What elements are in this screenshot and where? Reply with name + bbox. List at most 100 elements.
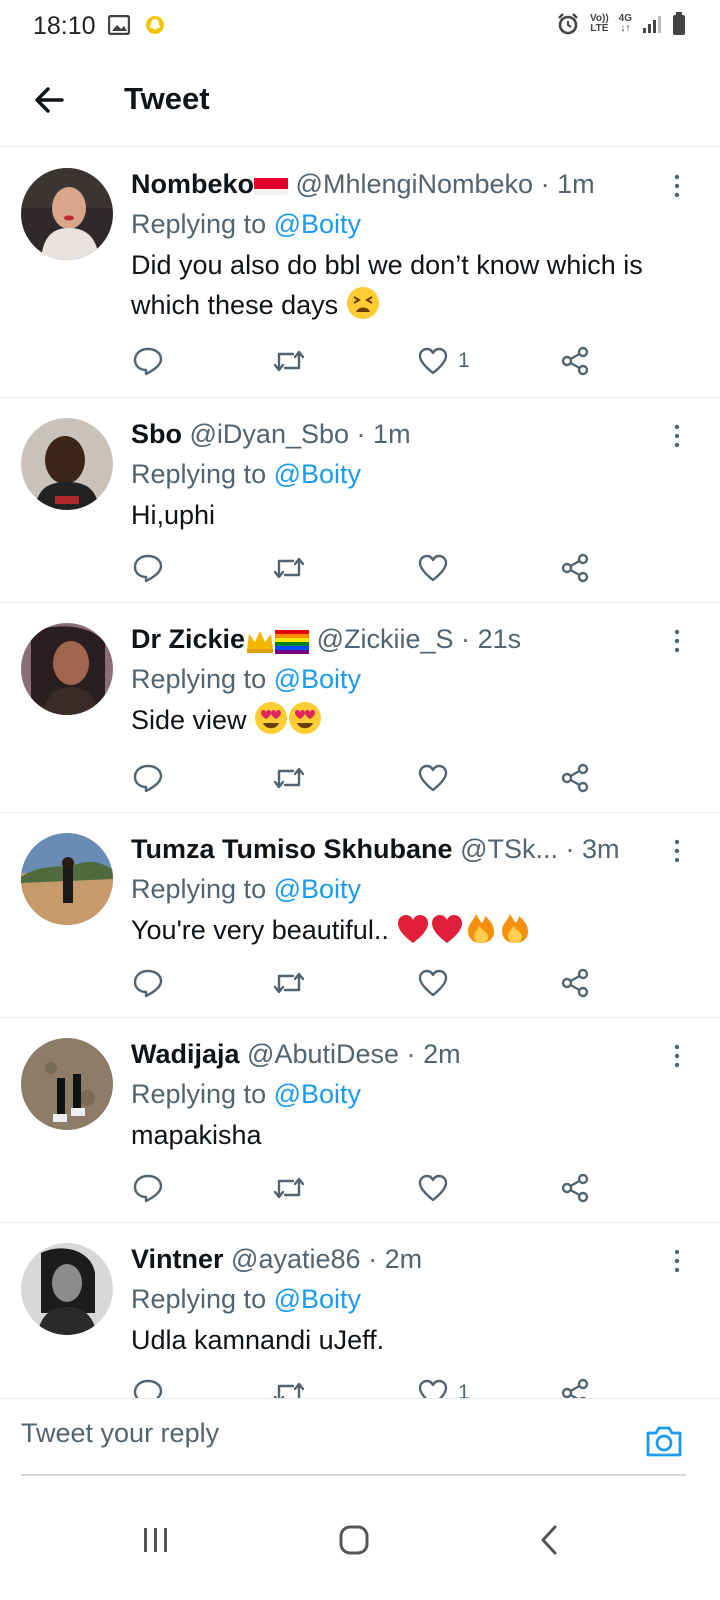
reply-handle-link[interactable]: @Boity (274, 874, 361, 904)
author-handle[interactable]: @TSk... (460, 834, 558, 864)
system-back-button[interactable] (520, 1510, 580, 1570)
share-button[interactable] (560, 963, 590, 1003)
avatar[interactable] (21, 1038, 113, 1130)
tweet-actions: 1 (132, 1373, 602, 1398)
author-handle[interactable]: @Zickiie_S (317, 624, 454, 654)
author-name[interactable]: Wadijaja (131, 1039, 240, 1069)
author-name[interactable]: Sbo (131, 419, 182, 449)
red-heart-emoji (432, 915, 463, 943)
author-name[interactable]: Dr Zickie (131, 624, 245, 654)
camera-icon (646, 1426, 682, 1457)
author-name[interactable]: Vintner (131, 1244, 224, 1274)
more-options-icon[interactable] (672, 174, 682, 198)
author-handle[interactable]: @ayatie86 (231, 1244, 361, 1274)
back-arrow-icon (35, 87, 64, 113)
tweet-actions: 1 (132, 341, 602, 381)
like-button[interactable] (418, 963, 448, 1003)
retweet-button[interactable] (272, 341, 306, 381)
reply-button[interactable] (132, 1168, 164, 1208)
volte-indicator: Vo)) LTE (589, 13, 609, 34)
reply-handle-link[interactable]: @Boity (274, 209, 361, 239)
tweet-item[interactable]: Sbo @iDyan_Sbo · 1m Replying to @Boity H… (0, 398, 720, 603)
tweet-item[interactable]: Tumza Tumiso Skhubane @TSk... · 3m Reply… (0, 813, 720, 1018)
signal-icon (643, 16, 661, 33)
author-name[interactable]: Tumza Tumiso Skhubane (131, 834, 453, 864)
replying-to: Replying to @Boity (131, 459, 362, 489)
reply-handle-link[interactable]: @Boity (274, 1079, 361, 1109)
share-button[interactable] (560, 758, 590, 798)
like-button[interactable] (418, 758, 448, 798)
tweet-actions (132, 548, 602, 588)
reply-button[interactable] (132, 963, 164, 1003)
reply-button[interactable] (132, 758, 164, 798)
crown-emoji (247, 631, 274, 653)
more-options-icon[interactable] (672, 424, 682, 448)
recent-apps-button[interactable] (126, 1510, 186, 1570)
reply-handle-link[interactable]: @Boity (274, 664, 361, 694)
like-button[interactable]: 1 (418, 1373, 470, 1398)
retweet-icon (273, 767, 305, 789)
tweet-item[interactable]: Wadijaja @AbutiDese · 2m Replying to @Bo… (0, 1018, 720, 1223)
home-button[interactable] (324, 1510, 384, 1570)
fire-emoji (468, 914, 495, 943)
reply-icon (133, 1379, 163, 1398)
app-header: Tweet (0, 56, 720, 147)
more-options-icon[interactable] (672, 629, 682, 653)
tweet-time: 21s (477, 624, 522, 654)
fire-emoji (502, 914, 529, 943)
reply-handle-link[interactable]: @Boity (274, 459, 361, 489)
back-button[interactable] (28, 78, 72, 122)
reply-icon (133, 554, 163, 583)
replying-to: Replying to @Boity (131, 664, 362, 694)
share-icon (561, 968, 589, 998)
share-icon (561, 553, 589, 583)
avatar[interactable] (21, 833, 113, 925)
retweet-button[interactable] (272, 1168, 306, 1208)
share-button[interactable] (560, 548, 590, 588)
tweet-item[interactable]: Vintner @ayatie86 · 2m Replying to @Boit… (0, 1223, 720, 1398)
reply-button[interactable] (132, 341, 164, 381)
reply-button[interactable] (132, 1373, 164, 1398)
author-handle[interactable]: @iDyan_Sbo (190, 419, 350, 449)
replies-feed[interactable]: Nombeko @MhlengiNombeko · 1m Replying to… (0, 148, 720, 1398)
reply-icon (133, 969, 163, 998)
more-options-icon[interactable] (672, 1044, 682, 1068)
more-options-icon[interactable] (672, 839, 682, 863)
share-icon (561, 1173, 589, 1203)
heart-eyes-emoji (255, 702, 288, 734)
tweet-item[interactable]: Dr Zickie @Zickiie_S · 21s Replying to @… (0, 603, 720, 813)
share-button[interactable] (560, 1168, 590, 1208)
gallery-notification-icon (108, 15, 130, 35)
retweet-button[interactable] (272, 758, 306, 798)
share-icon (561, 763, 589, 793)
reply-icon (133, 764, 163, 793)
retweet-button[interactable] (272, 1373, 306, 1398)
like-button[interactable] (418, 548, 448, 588)
author-handle[interactable]: @MhlengiNombeko (296, 169, 534, 199)
share-button[interactable] (560, 341, 590, 381)
reply-button[interactable] (132, 548, 164, 588)
heart-eyes-emoji (289, 702, 322, 734)
tweet-time: 2m (384, 1244, 423, 1274)
back-icon (541, 1525, 557, 1555)
avatar[interactable] (21, 623, 113, 715)
share-button[interactable] (560, 1373, 590, 1398)
avatar[interactable] (21, 168, 113, 260)
author-name[interactable]: Nombeko (131, 169, 254, 199)
reply-handle-link[interactable]: @Boity (274, 1284, 361, 1314)
like-button[interactable] (418, 1168, 448, 1208)
more-options-icon[interactable] (672, 1249, 682, 1273)
author-handle[interactable]: @AbutiDese (247, 1039, 399, 1069)
reply-input[interactable] (21, 1409, 621, 1457)
avatar[interactable] (21, 1243, 113, 1335)
like-button[interactable]: 1 (418, 341, 470, 381)
data-indicator: 4G ↓↑ (618, 13, 632, 34)
tweet-item[interactable]: Nombeko @MhlengiNombeko · 1m Replying to… (0, 148, 720, 398)
retweet-button[interactable] (272, 963, 306, 1003)
like-icon (418, 347, 448, 375)
camera-button[interactable] (644, 1423, 684, 1461)
like-icon (418, 969, 448, 997)
retweet-button[interactable] (272, 548, 306, 588)
system-nav-bar (0, 1480, 720, 1600)
avatar[interactable] (21, 418, 113, 510)
